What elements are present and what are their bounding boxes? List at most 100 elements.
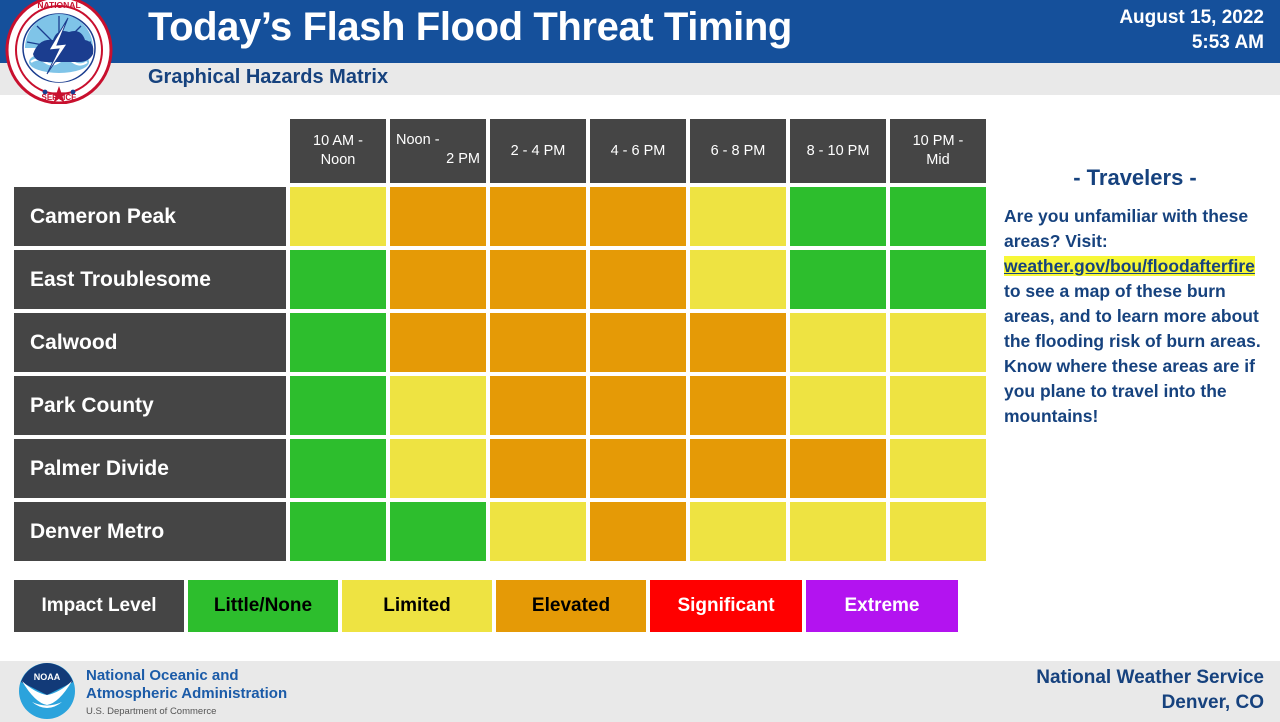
matrix-cell-r1-c3 <box>590 250 686 309</box>
matrix-cell-r3-c6 <box>890 376 986 435</box>
matrix-cell-r1-c6 <box>890 250 986 309</box>
row-label-4: Palmer Divide <box>14 439 286 498</box>
legend-item-2: Limited <box>342 580 492 632</box>
time-header-line2: Mid <box>926 152 950 168</box>
noaa-agency-line2: Atmospheric Administration <box>86 685 288 702</box>
page-subtitle: Graphical Hazards Matrix <box>148 66 389 88</box>
matrix-cell-r4-c0 <box>290 439 386 498</box>
matrix-cell-r0-c0 <box>290 187 386 246</box>
noaa-seal-icon: NOAA <box>19 663 75 719</box>
time-header-3: 4 - 6 PM <box>590 119 686 183</box>
floodafterfire-link[interactable]: weather.gov/bou/floodafterfire <box>1004 256 1255 276</box>
matrix-cell-r2-c3 <box>590 313 686 372</box>
matrix-cell-r3-c2 <box>490 376 586 435</box>
page-title: Today’s Flash Flood Threat Timing <box>148 5 792 49</box>
matrix-cell-r5-c3 <box>590 502 686 561</box>
impact-level-legend: Impact Level Little/None Limited Elevated Si… <box>14 580 962 632</box>
matrix-header-row: 10 AM - Noon Noon - 2 PM 2 - 4 PM 4 - 6 PM 6 -… <box>14 119 986 183</box>
row-label-1: East Troublesome <box>14 250 286 309</box>
matrix-cell-r4-c6 <box>890 439 986 498</box>
matrix-cell-r0-c2 <box>490 187 586 246</box>
noaa-agency-line1: National Oceanic and <box>86 667 239 684</box>
time-header-lines: 10 AM - Noon <box>313 132 363 170</box>
matrix-cell-r2-c4 <box>690 313 786 372</box>
matrix-row: East Troublesome <box>14 250 986 309</box>
matrix-cell-r2-c5 <box>790 313 886 372</box>
matrix-cell-r2-c6 <box>890 313 986 372</box>
matrix-cell-r5-c5 <box>790 502 886 561</box>
hazards-matrix: 10 AM - Noon Noon - 2 PM 2 - 4 PM 4 - 6 PM 6 -… <box>14 119 986 565</box>
noaa-agency-name: National Oceanic and Atmospheric Adminis… <box>86 667 287 703</box>
noaa-logo-text: NOAA <box>34 672 61 682</box>
matrix-cell-r4-c3 <box>590 439 686 498</box>
matrix-cell-r4-c2 <box>490 439 586 498</box>
header-datetime: August 15, 2022 5:53 AM <box>1119 5 1264 55</box>
matrix-cell-r3-c3 <box>590 376 686 435</box>
legend-item-3: Elevated <box>496 580 646 632</box>
matrix-body: Cameron Peak East Troublesome Calwood Park … <box>14 187 986 561</box>
nws-seal-icon: NATIONAL SERVICE <box>5 0 113 104</box>
travelers-text-after: to see a map of these burn areas, and to… <box>1004 281 1261 426</box>
legend-item-1: Little/None <box>188 580 338 632</box>
travelers-body: Are you unfamiliar with these areas? Vis… <box>1004 204 1266 429</box>
matrix-cell-r4-c4 <box>690 439 786 498</box>
row-label-2: Calwood <box>14 313 286 372</box>
time-header-5: 8 - 10 PM <box>790 119 886 183</box>
noaa-department: U.S. Department of Commerce <box>86 706 217 717</box>
matrix-cell-r1-c4 <box>690 250 786 309</box>
matrix-cell-r5-c0 <box>290 502 386 561</box>
matrix-cell-r2-c1 <box>390 313 486 372</box>
time-header-lines: 10 PM - Mid <box>913 132 964 170</box>
matrix-cell-r3-c1 <box>390 376 486 435</box>
matrix-cell-r3-c0 <box>290 376 386 435</box>
time-header-line1: 10 AM - <box>313 133 363 149</box>
matrix-corner-blank <box>14 119 286 183</box>
svg-text:NATIONAL: NATIONAL <box>37 0 80 10</box>
legend-item-4: Significant <box>650 580 802 632</box>
matrix-cell-r0-c5 <box>790 187 886 246</box>
time-header-line1: 10 PM - <box>912 133 964 149</box>
matrix-cell-r1-c0 <box>290 250 386 309</box>
row-label-3: Park County <box>14 376 286 435</box>
travelers-heading: - Travelers - <box>1073 165 1197 190</box>
time-header-line2: Noon <box>320 152 356 168</box>
matrix-row: Cameron Peak <box>14 187 986 246</box>
legend-item-5: Extreme <box>806 580 958 632</box>
footer-office: National Weather Service <box>1036 667 1264 688</box>
matrix-cell-r0-c6 <box>890 187 986 246</box>
time-header-line2: 2 PM <box>446 151 480 167</box>
matrix-cell-r0-c1 <box>390 187 486 246</box>
matrix-cell-r0-c4 <box>690 187 786 246</box>
time-header-2: 2 - 4 PM <box>490 119 586 183</box>
matrix-cell-r1-c5 <box>790 250 886 309</box>
matrix-cell-r5-c1 <box>390 502 486 561</box>
header-date: August 15, 2022 <box>1119 7 1264 28</box>
footer-office-info: National Weather Service Denver, CO <box>1036 665 1264 715</box>
time-header-6: 10 PM - Mid <box>890 119 986 183</box>
matrix-cell-r4-c1 <box>390 439 486 498</box>
matrix-row: Denver Metro <box>14 502 986 561</box>
matrix-cell-r1-c2 <box>490 250 586 309</box>
matrix-cell-r1-c1 <box>390 250 486 309</box>
legend-item-0: Impact Level <box>14 580 184 632</box>
travelers-text-before: Are you unfamiliar with these areas? Vis… <box>1004 206 1249 251</box>
time-header-0: 10 AM - Noon <box>290 119 386 183</box>
matrix-cell-r2-c0 <box>290 313 386 372</box>
time-header-line1: Noon - <box>396 132 440 148</box>
matrix-row: Palmer Divide <box>14 439 986 498</box>
matrix-cell-r2-c2 <box>490 313 586 372</box>
footer-location: Denver, CO <box>1161 692 1264 713</box>
travelers-panel: - Travelers - Are you unfamiliar with th… <box>1004 165 1266 429</box>
matrix-cell-r5-c4 <box>690 502 786 561</box>
matrix-cell-r4-c5 <box>790 439 886 498</box>
matrix-cell-r5-c6 <box>890 502 986 561</box>
matrix-cell-r0-c3 <box>590 187 686 246</box>
row-label-5: Denver Metro <box>14 502 286 561</box>
matrix-cell-r3-c4 <box>690 376 786 435</box>
time-header-1: Noon - 2 PM <box>390 119 486 183</box>
matrix-row: Calwood <box>14 313 986 372</box>
matrix-cell-r3-c5 <box>790 376 886 435</box>
matrix-row: Park County <box>14 376 986 435</box>
matrix-cell-r5-c2 <box>490 502 586 561</box>
time-header-4: 6 - 8 PM <box>690 119 786 183</box>
